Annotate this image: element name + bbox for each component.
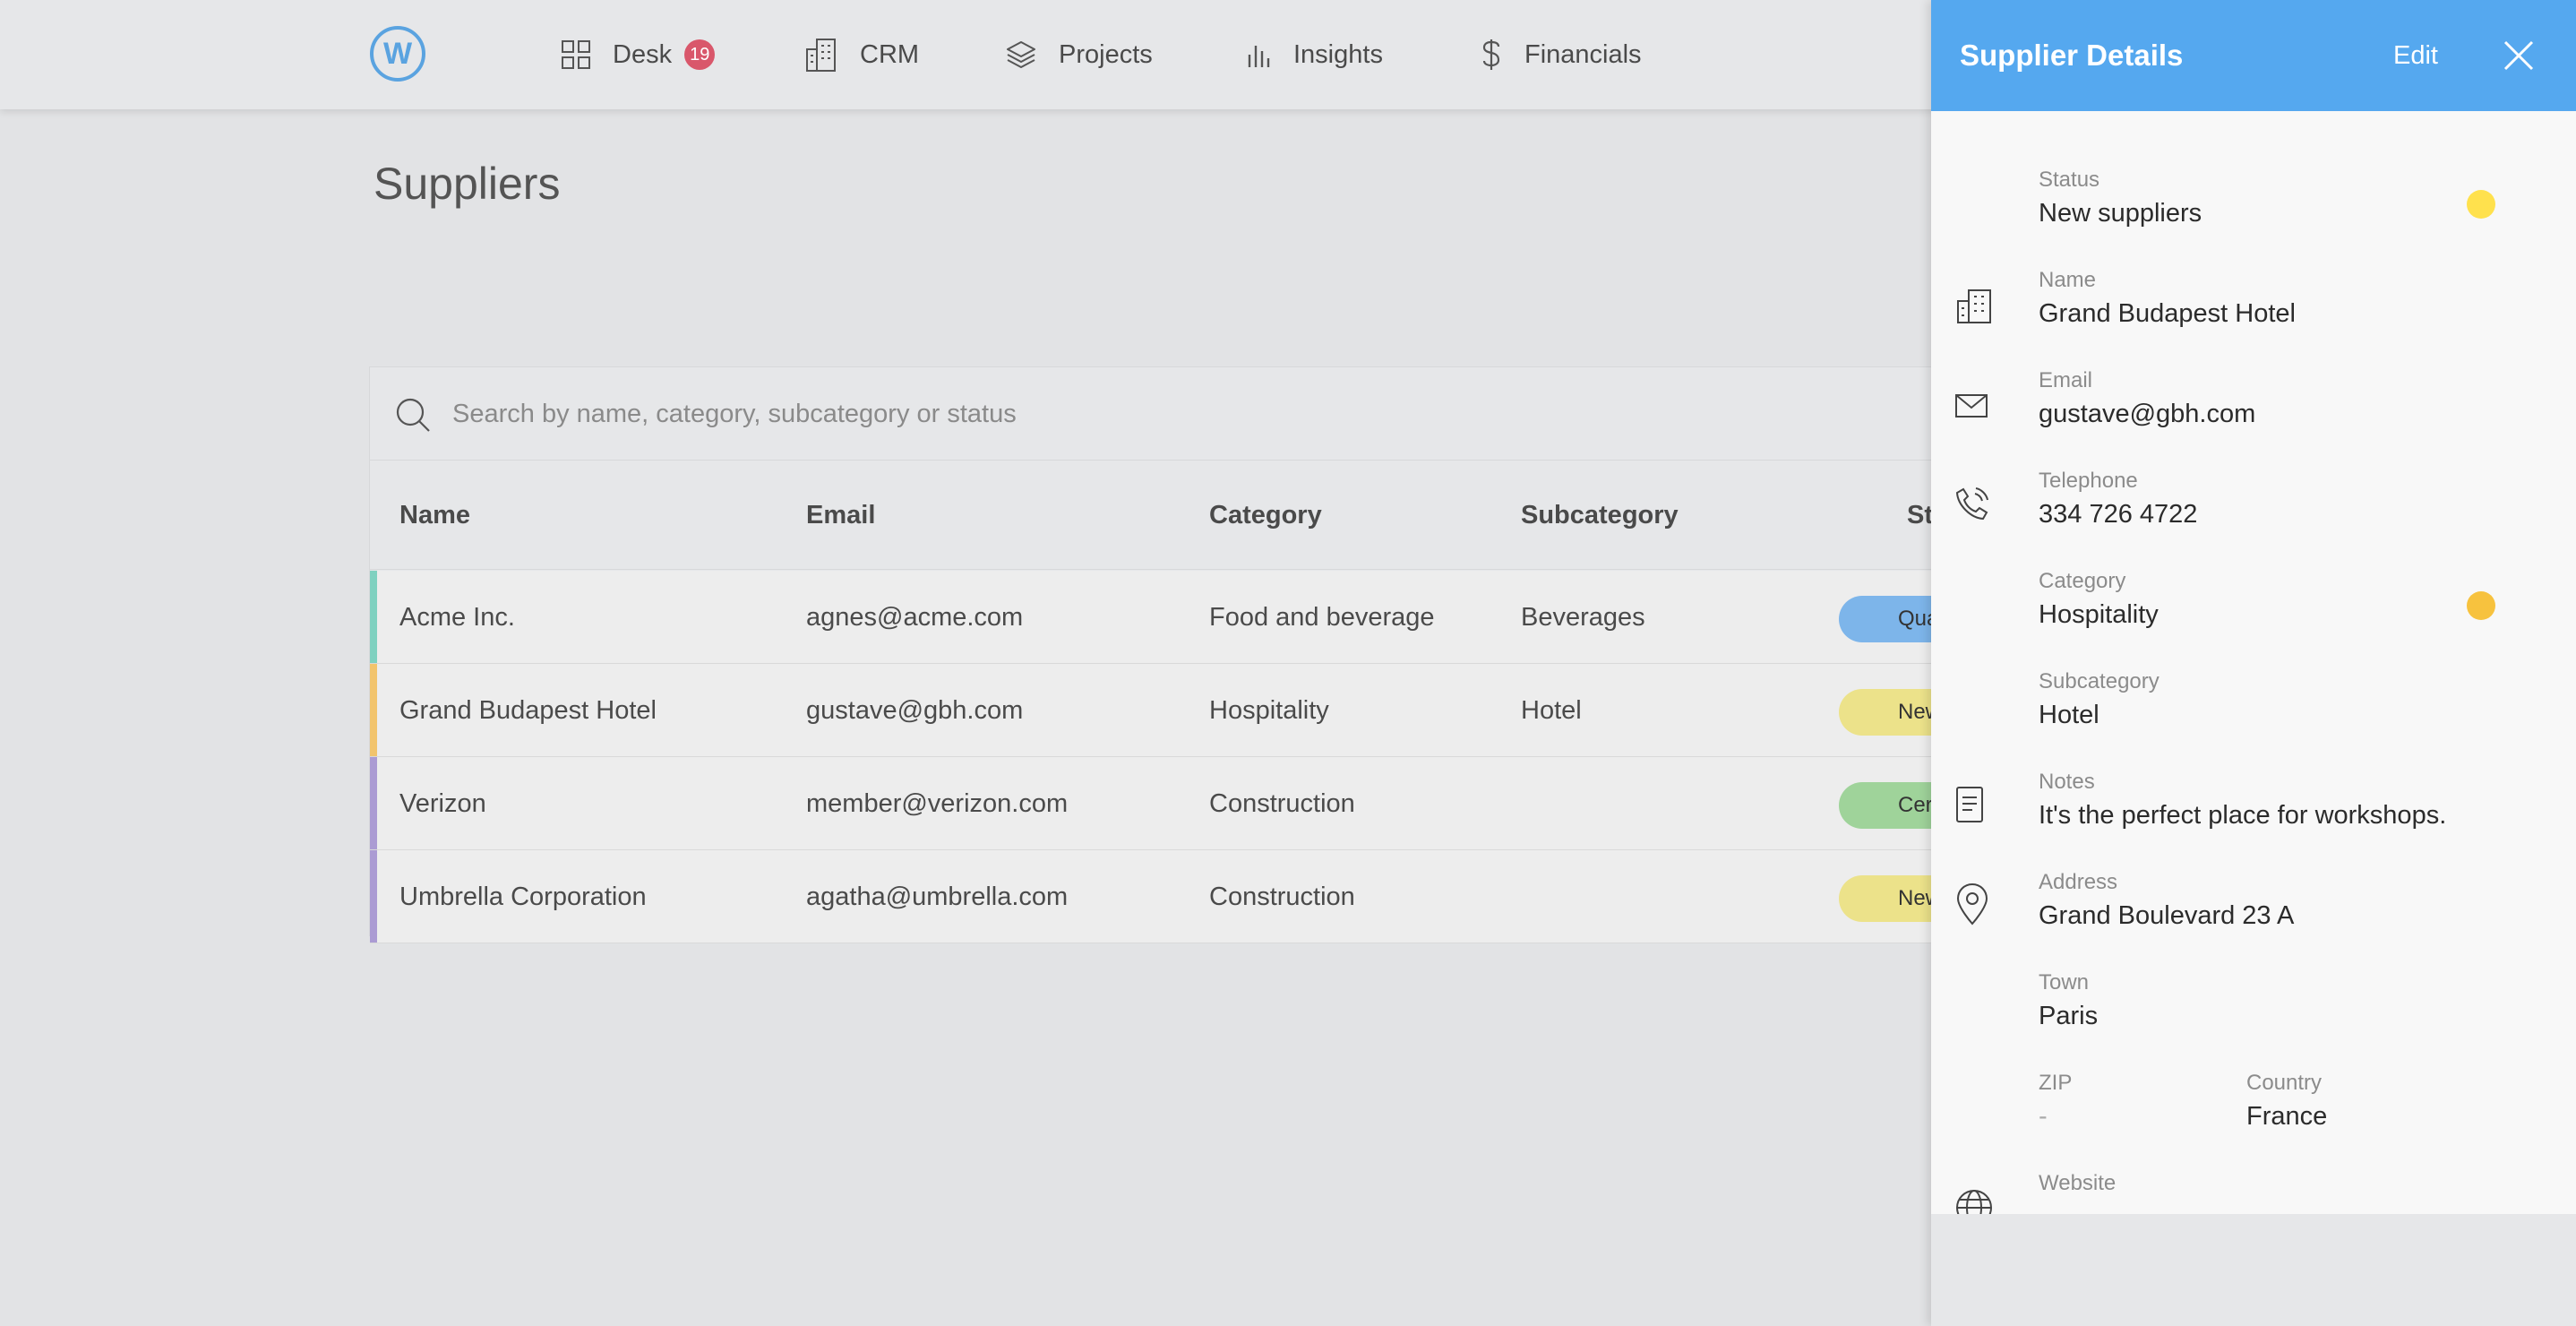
cell-name: Verizon (399, 789, 486, 818)
category-color-dot (2467, 591, 2495, 620)
table-row[interactable]: Verizon member@verizon.com Construction … (370, 757, 2160, 850)
edit-button[interactable]: Edit (2393, 0, 2438, 111)
phone-icon (1955, 487, 1988, 521)
field-value: gustave@gbh.com (2039, 400, 2256, 428)
field-value: - (2039, 1102, 2048, 1131)
cell-email: gustave@gbh.com (806, 696, 1024, 725)
mail-icon (1955, 394, 1988, 418)
building-icon (1957, 289, 1991, 323)
field-value: Grand Boulevard 23 A (2039, 901, 2295, 930)
cell-name: Grand Budapest Hotel (399, 696, 657, 725)
field-label: Website (2039, 1171, 2117, 1195)
field-label: Notes (2039, 770, 2095, 794)
field-website: Website (2039, 1170, 2116, 1197)
cell-category: Hospitality (1209, 696, 1329, 725)
panel-header: Supplier Details Edit (1931, 0, 2576, 111)
suppliers-table: Name Email Category Subcategory Status A… (369, 366, 2160, 943)
nav-item-label: Projects (1059, 39, 1153, 69)
field-label: Subcategory (2039, 669, 2160, 693)
nav-item-financials[interactable]: Financials (1480, 0, 1642, 109)
field-value: New suppliers (2039, 199, 2202, 228)
cell-category: Construction (1209, 789, 1355, 818)
row-color-stripe (370, 571, 377, 663)
bar-chart-icon (1248, 46, 1270, 67)
cell-name: Umbrella Corporation (399, 883, 647, 911)
nav-item-desk[interactable]: Desk 19 (561, 0, 716, 109)
field-name: Name Grand Budapest Hotel (2039, 267, 2296, 332)
field-label: ZIP (2039, 1071, 2073, 1095)
field-value: 334 726 4722 (2039, 500, 2198, 529)
field-value: Grand Budapest Hotel (2039, 299, 2296, 328)
building-icon (806, 39, 836, 72)
table-row[interactable]: Acme Inc. agnes@acme.com Food and bevera… (370, 571, 2160, 664)
table-row[interactable]: Grand Budapest Hotel gustave@gbh.com Hos… (370, 664, 2160, 757)
grid-icon (562, 40, 590, 69)
field-value: It's the perfect place for workshops. (2039, 801, 2447, 830)
panel-body: Status New suppliers Name Grand Budapest… (1931, 111, 2576, 1214)
search-icon (396, 398, 430, 432)
field-notes: Notes It's the perfect place for worksho… (2039, 769, 2446, 833)
field-value: Hotel (2039, 701, 2099, 729)
column-header-name[interactable]: Name (399, 461, 470, 570)
nav-item-label: Desk (613, 39, 673, 69)
table-header: Name Email Category Subcategory Status (370, 461, 2160, 570)
notification-badge: 19 (684, 39, 716, 70)
status-color-dot (2467, 190, 2495, 219)
field-zip: ZIP - (2039, 1070, 2072, 1134)
nav-item-label: Financials (1524, 39, 1642, 69)
field-label: Name (2039, 268, 2097, 292)
cell-email: agatha@umbrella.com (806, 883, 1069, 911)
search-input[interactable] (452, 389, 1527, 439)
cell-subcategory: Beverages (1521, 603, 1645, 632)
field-value: France (2246, 1102, 2328, 1131)
search-bar (370, 367, 2160, 461)
column-header-category[interactable]: Category (1209, 461, 1322, 570)
cell-subcategory: Hotel (1521, 696, 1582, 725)
field-label: Email (2039, 368, 2093, 392)
row-color-stripe (370, 757, 377, 849)
field-category: Category Hospitality (2039, 568, 2159, 633)
field-label: Telephone (2039, 469, 2138, 493)
app-logo[interactable]: W (370, 26, 425, 82)
field-email: Email gustave@gbh.com (2039, 367, 2255, 432)
page-title: Suppliers (374, 159, 561, 209)
row-color-stripe (370, 850, 377, 943)
field-address: Address Grand Boulevard 23 A (2039, 869, 2294, 934)
column-header-email[interactable]: Email (806, 461, 875, 570)
cell-email: member@verizon.com (806, 789, 1069, 818)
nav-item-projects[interactable]: Projects (1005, 0, 1153, 109)
field-label: Address (2039, 870, 2118, 894)
field-telephone: Telephone 334 726 4722 (2039, 468, 2197, 532)
field-label: Country (2246, 1071, 2323, 1095)
panel-title: Supplier Details (1960, 39, 2184, 72)
field-label: Category (2039, 569, 2126, 593)
cell-name: Acme Inc. (399, 603, 515, 632)
cell-email: agnes@acme.com (806, 603, 1024, 632)
nav-item-insights[interactable]: Insights (1245, 0, 1383, 109)
field-value: Paris (2039, 1002, 2099, 1030)
document-icon (1956, 787, 1983, 822)
row-color-stripe (370, 664, 377, 756)
map-pin-icon (1956, 883, 1988, 926)
nav-item-label: CRM (860, 39, 920, 69)
close-icon[interactable] (2503, 39, 2535, 72)
column-header-subcategory[interactable]: Subcategory (1521, 461, 1679, 570)
field-label: Town (2039, 970, 2090, 994)
nav-item-crm[interactable]: CRM (804, 0, 919, 109)
field-town: Town Paris (2039, 969, 2098, 1034)
supplier-details-panel: Supplier Details Edit Status New supplie… (1931, 0, 2576, 1326)
dollar-icon (1482, 39, 1500, 70)
field-status: Status New suppliers (2039, 167, 2202, 231)
cell-category: Construction (1209, 883, 1355, 911)
layers-icon (1007, 41, 1035, 68)
field-subcategory: Subcategory Hotel (2039, 668, 2160, 733)
field-label: Status (2039, 168, 2100, 192)
nav-item-label: Insights (1293, 39, 1383, 69)
field-country: Country France (2246, 1070, 2327, 1134)
globe-icon (1956, 1190, 1992, 1214)
cell-category: Food and beverage (1209, 603, 1435, 632)
table-row[interactable]: Umbrella Corporation agatha@umbrella.com… (370, 850, 2160, 943)
field-value: Hospitality (2039, 600, 2159, 629)
